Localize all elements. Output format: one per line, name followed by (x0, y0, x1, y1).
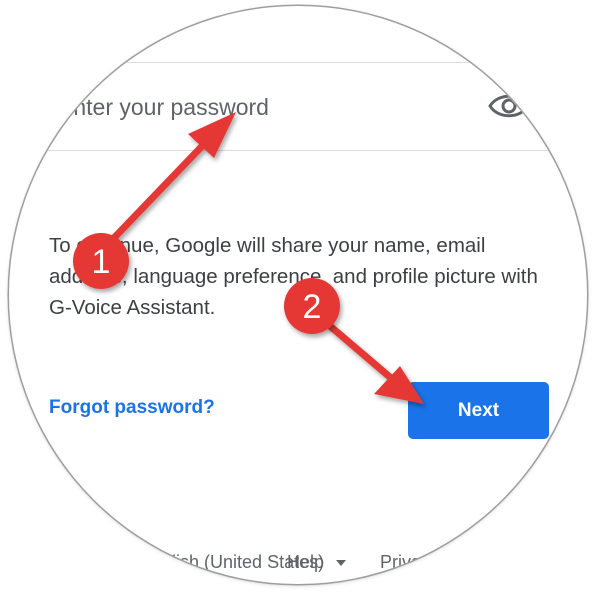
magnifier-circle: To continue, Google will share your name… (9, 6, 587, 584)
password-input[interactable] (58, 82, 478, 132)
footer: English (United States) Help Privacy (9, 552, 587, 582)
next-button[interactable]: Next (408, 382, 549, 439)
forgot-password-link[interactable]: Forgot password? (49, 397, 215, 419)
show-password-toggle[interactable] (488, 88, 530, 124)
privacy-link[interactable]: Privacy (380, 552, 439, 573)
password-field-top-border (46, 62, 560, 63)
consent-text: To continue, Google will share your name… (49, 234, 538, 319)
help-link[interactable]: Help (287, 552, 324, 573)
screenshot-stage: To continue, Google will share your name… (0, 0, 600, 594)
signin-page: To continue, Google will share your name… (9, 6, 587, 584)
chevron-down-icon (336, 560, 347, 567)
eye-icon (488, 94, 530, 118)
password-field-bottom-border (46, 150, 560, 151)
